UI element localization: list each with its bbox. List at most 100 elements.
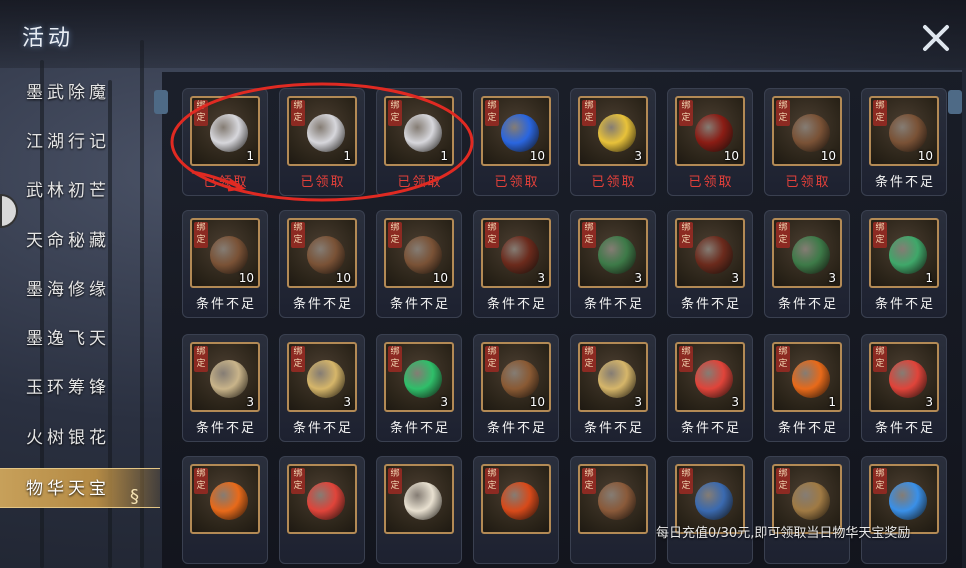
reward-cell: 绑定 <box>570 456 656 564</box>
claim-status: 条件不足 <box>777 297 838 312</box>
reward-item-slot[interactable]: 绑定 1 <box>869 218 939 288</box>
map-scroll-icon <box>210 360 248 398</box>
paw-icon <box>404 236 442 274</box>
sidebar-item[interactable]: 天命秘藏 <box>0 221 160 261</box>
item-count: 1 <box>925 271 933 285</box>
reward-cell: 绑定 10 条件不足 <box>861 88 947 196</box>
magic-scroll-icon <box>307 360 345 398</box>
bound-tag: 绑定 <box>873 100 887 126</box>
reward-item-slot[interactable]: 绑定 3 <box>675 218 745 288</box>
fire-gem-icon <box>792 360 830 398</box>
item-count: 3 <box>634 149 642 163</box>
bound-tag: 绑定 <box>679 346 693 372</box>
bound-tag: 绑定 <box>388 346 402 372</box>
sidebar-item[interactable]: 武林初芒 <box>0 171 160 211</box>
red-arrow-annotation <box>191 170 247 192</box>
page-title: 活动 <box>22 26 75 51</box>
sidebar-item[interactable]: 火树银花 <box>0 418 160 458</box>
reward-cell: 绑定 <box>473 456 559 564</box>
reward-item-slot[interactable]: 绑定 10 <box>481 342 551 412</box>
bound-tag: 绑定 <box>194 468 208 494</box>
bound-tag: 绑定 <box>776 222 790 248</box>
item-count: 10 <box>529 395 545 409</box>
reward-cell: 绑定 10 条件不足 <box>473 334 559 442</box>
item-count: 1 <box>828 395 836 409</box>
sidebar-item[interactable]: 江湖行记 <box>0 122 160 162</box>
reward-item-slot[interactable]: 绑定 3 <box>287 342 357 412</box>
reward-item-slot[interactable]: 绑定 <box>287 464 357 534</box>
close-button[interactable] <box>918 20 954 56</box>
recharge-notice: 每日充值0/30元,即可领取当日物华天宝奖励 <box>656 526 911 541</box>
reward-cell: 绑定 3 条件不足 <box>473 210 559 318</box>
claim-status: 已领取 <box>494 175 540 190</box>
item-count: 3 <box>537 271 545 285</box>
sidebar-item[interactable]: 玉环筹锋 <box>0 368 160 408</box>
gold-star-icon <box>598 114 636 152</box>
reward-item-slot[interactable]: 绑定 <box>481 464 551 534</box>
sidebar-item[interactable]: 墨武除魔 <box>0 73 160 113</box>
reward-cell: 绑定 <box>279 456 365 564</box>
reward-item-slot[interactable]: 绑定 10 <box>190 218 260 288</box>
reward-item-slot[interactable]: 绑定 3 <box>190 342 260 412</box>
reward-cell: 绑定 10 条件不足 <box>279 210 365 318</box>
reward-item-slot[interactable]: 绑定 10 <box>481 96 551 166</box>
reward-item-slot[interactable]: 绑定 3 <box>578 218 648 288</box>
reward-item-slot[interactable]: 绑定 <box>384 464 454 534</box>
reward-cell: 绑定 3 条件不足 <box>764 210 850 318</box>
wine-jar-icon <box>501 236 539 274</box>
reward-item-slot[interactable]: 绑定 3 <box>869 342 939 412</box>
item-count: 10 <box>820 149 836 163</box>
reward-cell: 绑定 10 条件不足 <box>182 210 268 318</box>
wine-jar-icon <box>695 236 733 274</box>
reward-item-slot[interactable]: 绑定 3 <box>578 342 648 412</box>
reward-item-slot[interactable]: 绑定 3 <box>578 96 648 166</box>
lantern-icon <box>948 90 962 114</box>
reward-item-slot[interactable]: 绑定 3 <box>384 342 454 412</box>
reward-item-slot[interactable]: 绑定 <box>578 464 648 534</box>
reward-item-slot[interactable]: 绑定 10 <box>287 218 357 288</box>
bound-tag: 绑定 <box>582 346 596 372</box>
item-count: 10 <box>917 149 933 163</box>
reward-cell: 绑定 3 条件不足 <box>570 334 656 442</box>
paw-icon <box>792 114 830 152</box>
bound-tag: 绑定 <box>291 346 305 372</box>
item-count: 10 <box>723 149 739 163</box>
paw-icon <box>889 114 927 152</box>
claim-status: 条件不足 <box>874 421 935 436</box>
reward-item-slot[interactable]: 绑定 3 <box>481 218 551 288</box>
reward-cell: 绑定 10 已领取 <box>667 88 753 196</box>
bound-tag: 绑定 <box>873 346 887 372</box>
reward-item-slot[interactable]: 绑定 3 <box>675 342 745 412</box>
reward-item-slot[interactable]: 绑定 10 <box>772 96 842 166</box>
fire-gem-icon <box>210 482 248 520</box>
claim-status: 条件不足 <box>583 421 644 436</box>
gourd-icon <box>404 482 442 520</box>
reward-item-slot[interactable]: 绑定 10 <box>384 218 454 288</box>
claim-status: 条件不足 <box>195 297 256 312</box>
blue-vase-icon <box>695 482 733 520</box>
bound-tag: 绑定 <box>291 222 305 248</box>
sidebar-item[interactable]: 墨海修缘 <box>0 270 160 310</box>
reward-cell: 绑定 3 条件不足 <box>570 210 656 318</box>
reward-item-slot[interactable]: 绑定 3 <box>772 218 842 288</box>
reward-item-slot[interactable]: 绑定 <box>190 464 260 534</box>
talisman-icon <box>501 360 539 398</box>
close-icon <box>923 25 949 51</box>
reward-item-slot[interactable]: 绑定 10 <box>675 96 745 166</box>
sidebar-item[interactable]: 墨逸飞天 <box>0 319 160 359</box>
reward-item-slot[interactable]: 绑定 1 <box>772 342 842 412</box>
bound-tag: 绑定 <box>485 468 499 494</box>
bronze-box-icon <box>792 482 830 520</box>
reward-cell: 绑定 10 已领取 <box>473 88 559 196</box>
claim-status: 条件不足 <box>292 421 353 436</box>
bound-tag: 绑定 <box>776 346 790 372</box>
bound-tag: 绑定 <box>194 346 208 372</box>
item-count: 10 <box>432 271 448 285</box>
scroll-bottle-icon <box>598 236 636 274</box>
claim-status: 条件不足 <box>680 297 741 312</box>
red-book-icon <box>695 114 733 152</box>
bound-tag: 绑定 <box>485 346 499 372</box>
bound-tag: 绑定 <box>291 468 305 494</box>
reward-item-slot[interactable]: 绑定 10 <box>869 96 939 166</box>
reward-cell: 绑定 <box>861 456 947 564</box>
